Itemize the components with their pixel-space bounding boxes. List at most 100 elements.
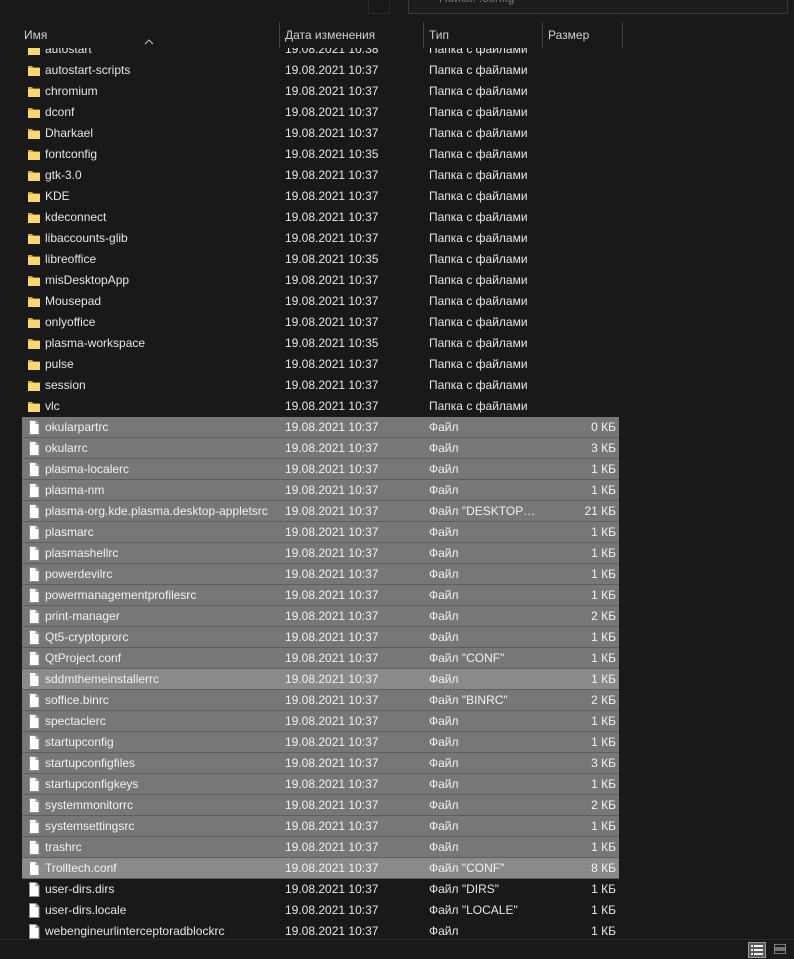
file-list[interactable]: autostart 19.08.2021 10:38 Папка с файлами… (0, 48, 794, 939)
folder-row[interactable]: chromium 19.08.2021 10:37 Папка с файлами (22, 81, 619, 102)
file-row[interactable]: sddmthemeinstallerrc 19.08.2021 10:37 Файл… (22, 669, 619, 690)
item-size (544, 207, 616, 228)
item-type: Файл (429, 819, 459, 833)
item-date: 19.08.2021 10:35 (285, 336, 379, 350)
item-type: Папка с файлами (429, 357, 528, 371)
folder-row[interactable]: autostart 19.08.2021 10:38 Папка с файлами (22, 48, 619, 60)
item-name: KDE (45, 189, 70, 203)
file-row[interactable]: Qt5-cryptoprorc 19.08.2021 10:37 Файл 1 КБ (22, 627, 619, 648)
file-row[interactable]: plasma-org.kde.plasma.desktop-appletsrc 1… (22, 501, 619, 522)
file-row[interactable]: spectaclerc 19.08.2021 10:37 Файл 1 КБ (22, 711, 619, 732)
item-name: QtProject.conf (45, 651, 122, 665)
file-row[interactable]: okularpartrc 19.08.2021 10:37 Файл 0 КБ (22, 417, 619, 438)
item-name: powermanagementprofilesrc (45, 588, 197, 602)
item-date: 19.08.2021 10:35 (285, 147, 379, 161)
item-name: systemmonitorrc (45, 798, 134, 812)
item-size: 1 КБ (591, 651, 616, 665)
column-header-type[interactable]: Тип (427, 22, 539, 48)
folder-row[interactable]: KDE 19.08.2021 10:37 Папка с файлами (22, 186, 619, 207)
file-icon (29, 819, 40, 834)
item-date: 19.08.2021 10:37 (285, 567, 379, 581)
item-type: Папка с файлами (429, 231, 528, 245)
file-row[interactable]: print-manager 19.08.2021 10:37 Файл 2 КБ (22, 606, 619, 627)
folder-row[interactable]: Dharkael 19.08.2021 10:37 Папка с файлами (22, 123, 619, 144)
folder-row[interactable]: vlc 19.08.2021 10:37 Папка с файлами (22, 396, 619, 417)
item-type: Папка с файлами (429, 105, 528, 119)
file-row[interactable]: trashrc 19.08.2021 10:37 Файл 1 КБ (22, 837, 619, 858)
file-row[interactable]: webengineurlinterceptoradblockrc 19.08.20… (22, 921, 619, 939)
file-row[interactable]: plasma-nm 19.08.2021 10:37 Файл 1 КБ (22, 480, 619, 501)
item-date: 19.08.2021 10:37 (285, 483, 379, 497)
item-type: Файл (429, 630, 459, 644)
item-size: 2 КБ (591, 798, 616, 812)
file-icon (29, 441, 40, 456)
column-divider[interactable] (423, 22, 424, 48)
folder-row[interactable]: dconf 19.08.2021 10:37 Папка с файлами (22, 102, 619, 123)
folder-icon (28, 276, 40, 286)
file-row[interactable]: systemmonitorrc 19.08.2021 10:37 Файл 2 КБ (22, 795, 619, 816)
file-row[interactable]: okularrc 19.08.2021 10:37 Файл 3 КБ (22, 438, 619, 459)
column-header-size[interactable]: Размер (546, 22, 620, 48)
item-size: 1 КБ (591, 819, 616, 833)
item-name: sddmthemeinstallerrc (45, 672, 160, 686)
details-view-button[interactable] (748, 942, 766, 958)
item-date: 19.08.2021 10:37 (285, 441, 379, 455)
column-divider[interactable] (279, 22, 280, 48)
file-row[interactable]: soffice.binrc 19.08.2021 10:37 Файл "BINRC… (22, 690, 619, 711)
file-row[interactable]: powermanagementprofilesrc 19.08.2021 10:3… (22, 585, 619, 606)
folder-row[interactable]: kdeconnect 19.08.2021 10:37 Папка с файлам… (22, 207, 619, 228)
file-row[interactable]: startupconfigfiles 19.08.2021 10:37 Файл 3 … (22, 753, 619, 774)
search-input[interactable] (439, 0, 779, 6)
folder-icon (28, 192, 40, 202)
tiles-view-button[interactable] (772, 942, 790, 958)
item-date: 19.08.2021 10:37 (285, 420, 379, 434)
item-size: 1 КБ (591, 672, 616, 686)
file-row[interactable]: Trolltech.conf 19.08.2021 10:37 Файл "CONF… (22, 858, 619, 879)
folder-row[interactable]: fontconfig 19.08.2021 10:35 Папка с файлам… (22, 144, 619, 165)
item-type: Файл (429, 609, 459, 623)
column-header-date[interactable]: Дата изменения (283, 22, 421, 48)
file-row[interactable]: systemsettingsrc 19.08.2021 10:37 Файл 1 КБ (22, 816, 619, 837)
item-date: 19.08.2021 10:37 (285, 273, 379, 287)
file-row[interactable]: plasma-localerc 19.08.2021 10:37 Файл 1 КБ (22, 459, 619, 480)
file-row[interactable]: QtProject.conf 19.08.2021 10:37 Файл "CONF… (22, 648, 619, 669)
folder-row[interactable]: plasma-workspace 19.08.2021 10:35 Папка с … (22, 333, 619, 354)
item-size: 1 КБ (591, 546, 616, 560)
file-row[interactable]: powerdevilrc 19.08.2021 10:37 Файл 1 КБ (22, 564, 619, 585)
file-row[interactable]: user-dirs.dirs 19.08.2021 10:37 Файл "DIRS… (22, 879, 619, 900)
item-type: Папка с файлами (429, 147, 528, 161)
file-row[interactable]: user-dirs.locale 19.08.2021 10:37 Файл "LO… (22, 900, 619, 921)
folder-row[interactable]: misDesktopApp 19.08.2021 10:37 Папка с фай… (22, 270, 619, 291)
file-row[interactable]: startupconfig 19.08.2021 10:37 Файл 1 КБ (22, 732, 619, 753)
item-name: Dharkael (45, 126, 94, 140)
folder-row[interactable]: onlyoffice 19.08.2021 10:37 Папка с файлам… (22, 312, 619, 333)
folder-icon (28, 339, 40, 349)
column-divider[interactable] (622, 22, 623, 48)
item-size: 1 КБ (591, 630, 616, 644)
item-name: Mousepad (45, 294, 102, 308)
folder-row[interactable]: autostart-scripts 19.08.2021 10:37 Папка с… (22, 60, 619, 81)
folder-row[interactable]: libreoffice 19.08.2021 10:35 Папка с файла… (22, 249, 619, 270)
history-dropdown-button[interactable]: ⌄ (368, 0, 390, 14)
search-box[interactable] (408, 0, 788, 14)
file-icon (29, 588, 40, 603)
item-name: plasma-workspace (45, 336, 146, 350)
file-row[interactable]: plasmashellrc 19.08.2021 10:37 Файл 1 КБ (22, 543, 619, 564)
file-row[interactable]: plasmarc 19.08.2021 10:37 Файл 1 КБ (22, 522, 619, 543)
folder-row[interactable]: Mousepad 19.08.2021 10:37 Папка с файлами (22, 291, 619, 312)
item-size (544, 165, 616, 186)
folder-row[interactable]: libaccounts-glib 19.08.2021 10:37 Папка с … (22, 228, 619, 249)
folder-row[interactable]: session 19.08.2021 10:37 Папка с файлами (22, 375, 619, 396)
item-name: libaccounts-glib (45, 231, 128, 245)
folder-icon (28, 318, 40, 328)
file-row[interactable]: startupconfigkeys 19.08.2021 10:37 Файл 1 К… (22, 774, 619, 795)
item-type: Файл (429, 798, 459, 812)
item-name: libreoffice (45, 252, 97, 266)
column-header-name[interactable]: Имя (22, 22, 278, 48)
item-name: kdeconnect (45, 210, 107, 224)
item-name: onlyoffice (45, 315, 96, 329)
folder-row[interactable]: pulse 19.08.2021 10:37 Папка с файлами (22, 354, 619, 375)
item-name: gtk-3.0 (45, 168, 82, 182)
column-divider[interactable] (542, 22, 543, 48)
folder-row[interactable]: gtk-3.0 19.08.2021 10:37 Папка с файлами (22, 165, 619, 186)
